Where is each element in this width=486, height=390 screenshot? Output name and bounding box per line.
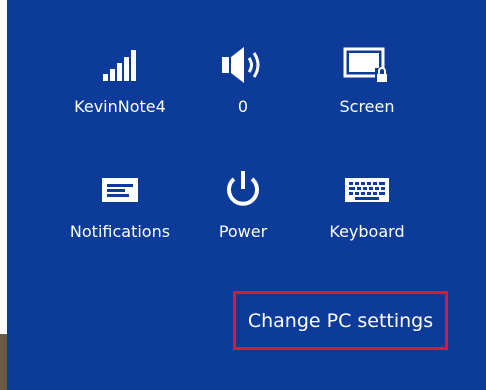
change-pc-settings-label: Change PC settings (247, 309, 434, 332)
tile-screen[interactable]: Screen (307, 40, 427, 140)
notifications-icon (60, 165, 180, 215)
wifi-signal-icon (60, 40, 180, 90)
tile-screen-label: Screen (339, 97, 395, 116)
tile-volume[interactable]: 0 (183, 40, 303, 140)
screen-lock-icon (307, 40, 427, 90)
tile-network-label: KevinNote4 (74, 97, 166, 116)
tile-power[interactable]: Power (183, 165, 303, 265)
tile-keyboard-label: Keyboard (329, 222, 405, 241)
power-icon (183, 165, 303, 215)
change-pc-settings-link[interactable]: Change PC settings (233, 291, 448, 350)
keyboard-icon (307, 165, 427, 215)
tile-power-label: Power (218, 222, 268, 241)
tile-notifications-label: Notifications (69, 222, 171, 241)
settings-charm-panel: KevinNote4 0 Screen Notifications Power … (0, 0, 486, 390)
tile-network[interactable]: KevinNote4 (60, 40, 180, 140)
tile-notifications[interactable]: Notifications (60, 165, 180, 265)
left-edge-strip (0, 0, 7, 390)
left-edge-strip-dark (0, 334, 7, 390)
volume-icon (183, 40, 303, 90)
tile-volume-label: 0 (237, 97, 249, 116)
tile-keyboard[interactable]: Keyboard (307, 165, 427, 265)
